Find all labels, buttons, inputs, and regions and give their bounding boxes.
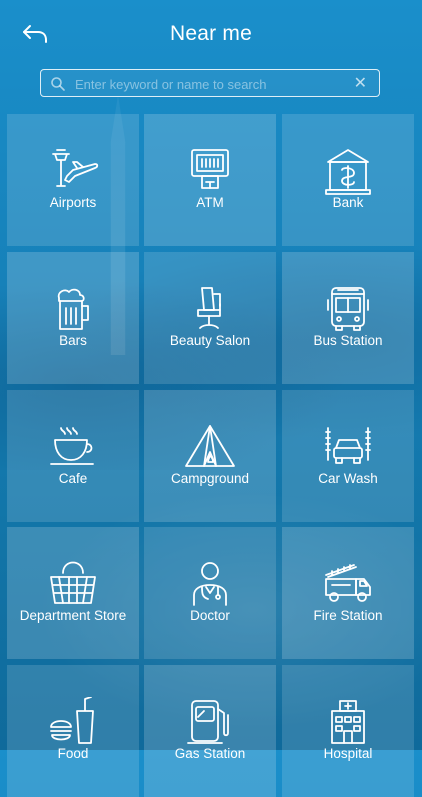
category-tile-bus-station[interactable]: Bus Station xyxy=(282,252,414,384)
category-label: Campground xyxy=(170,471,250,486)
category-label: Gas Station xyxy=(174,746,246,761)
category-label: Fire Station xyxy=(313,608,383,623)
bus-icon xyxy=(282,284,414,334)
category-label: Beauty Salon xyxy=(169,333,251,348)
search-bar[interactable]: ✕ xyxy=(40,69,380,97)
doctor-icon xyxy=(144,559,276,609)
category-tile-food[interactable]: Food xyxy=(7,665,139,797)
category-tile-bank[interactable]: Bank xyxy=(282,114,414,246)
category-tile-car-wash[interactable]: Car Wash xyxy=(282,390,414,522)
category-tile-gas-station[interactable]: Gas Station xyxy=(144,665,276,797)
category-tile-airports[interactable]: Airports xyxy=(7,114,139,246)
atm-icon xyxy=(144,146,276,196)
beer-icon xyxy=(7,284,139,334)
salon-chair-icon xyxy=(144,284,276,334)
page-title: Near me xyxy=(170,22,252,45)
fuel-pump-icon xyxy=(144,697,276,747)
tent-icon xyxy=(144,422,276,472)
category-tile-doctor[interactable]: Doctor xyxy=(144,527,276,659)
category-label: Hospital xyxy=(323,746,373,761)
category-label: Food xyxy=(57,746,89,761)
category-tile-bars[interactable]: Bars xyxy=(7,252,139,384)
category-tile-atm[interactable]: ATM xyxy=(144,114,276,246)
category-label: Airports xyxy=(49,195,97,210)
category-tile-campground[interactable]: Campground xyxy=(144,390,276,522)
fast-food-icon xyxy=(7,697,139,747)
coffee-cup-icon xyxy=(7,422,139,472)
category-label: Bus Station xyxy=(313,333,383,348)
search-icon xyxy=(51,77,65,91)
category-tile-department-store[interactable]: Department Store xyxy=(7,527,139,659)
category-tile-hospital[interactable]: Hospital xyxy=(282,665,414,797)
car-wash-icon xyxy=(282,422,414,472)
category-label: Bars xyxy=(59,333,87,348)
hospital-icon xyxy=(282,697,414,747)
category-label: Cafe xyxy=(58,471,88,486)
airport-icon xyxy=(7,146,139,196)
category-label: Bank xyxy=(332,195,364,210)
category-label: Doctor xyxy=(190,608,230,623)
clear-icon[interactable]: ✕ xyxy=(354,73,367,93)
category-label: Department Store xyxy=(19,608,127,623)
category-tile-fire-station[interactable]: Fire Station xyxy=(282,527,414,659)
category-tile-beauty-salon[interactable]: Beauty Salon xyxy=(144,252,276,384)
header: Near me xyxy=(0,0,422,68)
category-label: ATM xyxy=(196,195,224,210)
shopping-basket-icon xyxy=(7,559,139,609)
category-label: Car Wash xyxy=(318,471,378,486)
category-tile-cafe[interactable]: Cafe xyxy=(7,390,139,522)
search-input[interactable] xyxy=(73,73,347,95)
fire-truck-icon xyxy=(282,559,414,609)
bank-icon xyxy=(282,146,414,196)
